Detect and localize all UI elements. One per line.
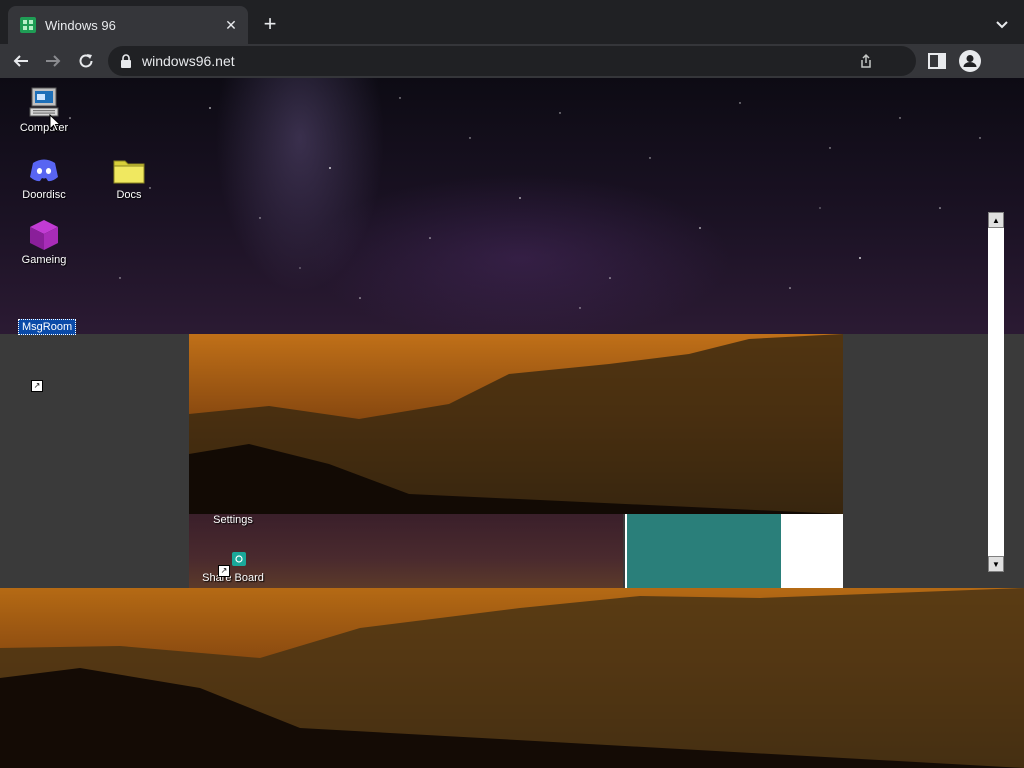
cube-icon — [30, 220, 58, 250]
windows96-favicon-icon — [20, 17, 36, 33]
discord-icon — [30, 159, 58, 182]
page-viewport: ▲ ▼ Computer Doordisc Docs ↗ Gameing Msg… — [0, 78, 1024, 768]
hill-silhouette — [189, 334, 843, 514]
white-window-panel — [781, 514, 843, 588]
back-button[interactable] — [9, 49, 33, 73]
shortcut-arrow-icon: ↗ — [218, 565, 230, 577]
profile-avatar[interactable] — [959, 50, 981, 72]
share-icon[interactable] — [858, 53, 874, 69]
person-icon — [963, 55, 977, 67]
chevron-down-icon[interactable] — [992, 14, 1012, 34]
new-tab-button[interactable]: + — [258, 13, 282, 37]
side-panel-icon[interactable] — [928, 53, 946, 69]
landscape-wallpaper-segment — [189, 334, 843, 514]
close-tab-icon[interactable]: ✕ — [221, 15, 241, 35]
icon-label: Gameing — [21, 254, 67, 266]
vertical-scrollbar[interactable]: ▲ ▼ — [988, 212, 1004, 572]
desktop-icon-computer[interactable]: Computer — [4, 86, 84, 134]
hill-silhouette-lower — [0, 588, 1024, 768]
arrow-right-icon — [46, 55, 61, 67]
desktop-icon-share-board[interactable]: Share Board — [193, 550, 273, 588]
icon-label: Settings — [213, 514, 253, 526]
lock-icon — [121, 54, 131, 68]
desktop-icon-settings[interactable]: Settings — [193, 514, 273, 526]
url-text: windows96.net — [142, 53, 235, 69]
teal-window-panel — [625, 514, 783, 588]
landscape-wallpaper — [0, 588, 1024, 768]
browser-toolbar: windows96.net — [0, 44, 1024, 78]
browser-tab[interactable]: Windows 96 ✕ — [8, 6, 248, 44]
scroll-down-arrow-icon[interactable]: ▼ — [988, 556, 1004, 572]
tab-strip: Windows 96 ✕ + — [0, 0, 1024, 44]
stars-decoration — [69, 97, 1001, 309]
shortcut-arrow-icon: ↗ — [31, 380, 43, 392]
tab-title: Windows 96 — [45, 17, 116, 33]
scroll-up-arrow-icon[interactable]: ▲ — [988, 212, 1004, 228]
icon-label: Doordisc — [22, 189, 66, 201]
desktop-icon-gameing[interactable]: ↗ Gameing — [4, 218, 84, 392]
icon-label: Computer — [19, 122, 69, 134]
address-bar[interactable]: windows96.net — [108, 46, 916, 76]
desktop-icon-doordisc[interactable]: Doordisc — [4, 153, 84, 201]
forward-button[interactable] — [41, 49, 65, 73]
desktop-icon-docs[interactable]: Docs — [89, 153, 169, 201]
mouse-cursor-icon — [49, 114, 61, 132]
desktop-icon-msgroom-selected[interactable]: MsgRoom — [18, 319, 77, 335]
icon-label: Docs — [116, 189, 142, 201]
share-board-icon — [232, 552, 246, 566]
icon-label: Share Board — [202, 572, 264, 584]
reload-icon — [79, 54, 93, 68]
reload-button[interactable] — [74, 49, 98, 73]
folder-icon — [113, 160, 145, 184]
arrow-left-icon — [13, 55, 28, 67]
